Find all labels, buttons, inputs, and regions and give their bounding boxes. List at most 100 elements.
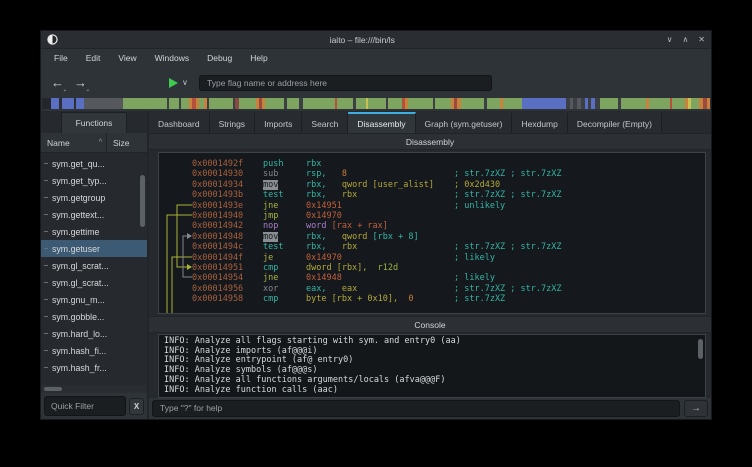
main-area: DashboardStringsImportsSearchDisassembly… (149, 111, 711, 419)
memory-map-segment (522, 98, 566, 109)
disassembly-view[interactable]: 0x0001492fpushrbx0x00014930subrsp, 8; st… (158, 152, 706, 314)
memory-map-segment (503, 98, 522, 109)
function-list-item[interactable]: sym.hard_lo... (41, 325, 147, 342)
continue-play-button[interactable] (169, 78, 178, 88)
instruction-mnemonic: test (263, 242, 283, 252)
console-scrollbar[interactable] (698, 339, 703, 359)
functions-hscroll-thumb[interactable] (44, 387, 62, 391)
disassembly-row[interactable]: 0x00014948movrbx, qword [rbx + 8] (192, 232, 705, 242)
disassembly-row[interactable]: 0x00014951cmpdword [rbx], r12d (192, 263, 705, 273)
disassembly-row[interactable]: 0x0001494fje0x14970; likely (192, 253, 705, 263)
function-name: sym.getgroup (52, 193, 105, 203)
disassembly-row[interactable]: 0x0001494ctestrbx, rbx; str.7zXZ ; str.7… (192, 242, 705, 252)
tab-imports[interactable]: Imports (255, 112, 302, 133)
function-list-item[interactable]: sym.gl_scrat... (41, 274, 147, 291)
console-output[interactable]: INFO: Analyze all flags starting with sy… (158, 334, 706, 398)
disassembly-row[interactable]: 0x0001493btestrbx, rbx; str.7zXZ ; str.7… (192, 190, 705, 200)
instruction-comment: ; unlikely (454, 201, 505, 211)
memory-map-segment (356, 98, 365, 109)
tab-functions[interactable]: Functions (61, 112, 128, 133)
function-name: sym.getuser (52, 244, 100, 254)
function-list-item[interactable]: sym.gettime (41, 223, 147, 240)
console-command-input[interactable] (152, 400, 680, 417)
command-submit-button[interactable]: → (684, 400, 708, 417)
function-list-item[interactable]: sym.get_typ... (41, 172, 147, 189)
function-list-item[interactable]: sym.getuser (41, 240, 147, 257)
close-button[interactable]: ✕ (698, 35, 705, 44)
tab-disassembly[interactable]: Disassembly (348, 112, 415, 133)
memory-map-segment (51, 98, 59, 109)
memory-map-bar[interactable] (42, 98, 710, 109)
play-dropdown-icon[interactable]: ∨ (182, 78, 188, 87)
function-name: sym.gobble... (52, 312, 104, 322)
memory-map-segment (600, 98, 619, 109)
disassembly-row[interactable]: 0x0001492fpushrbx (192, 159, 705, 169)
column-header-size[interactable]: Size (107, 138, 130, 148)
tree-tick-icon (44, 299, 48, 300)
disassembly-row[interactable]: 0x00014930subrsp, 8; str.7zXZ ; str.7zXZ (192, 169, 705, 179)
maximize-button[interactable]: ∧ (682, 35, 688, 44)
disassembly-row[interactable]: 0x00014954jne0x14948; likely (192, 273, 705, 283)
instruction-operand: qword [user_alist] (326, 180, 433, 190)
menu-file[interactable]: File (45, 49, 77, 68)
menu-windows[interactable]: Windows (146, 49, 198, 68)
tab-dashboard[interactable]: Dashboard (149, 112, 210, 133)
tree-tick-icon (44, 197, 48, 198)
instruction-operand: rbx, (306, 180, 326, 190)
tree-tick-icon (44, 333, 48, 334)
functions-horizontal-scrollbar[interactable] (41, 385, 147, 393)
instruction-comment: ; str.7zXZ (454, 294, 505, 304)
disassembly-row[interactable]: 0x0001493ejne0x14951; unlikely (192, 201, 705, 211)
menu-help[interactable]: Help (241, 49, 276, 68)
menu-debug[interactable]: Debug (198, 49, 241, 68)
function-list-item[interactable]: sym.get_qu... (41, 155, 147, 172)
instruction-operand: rbx, (306, 190, 326, 200)
disassembly-panel-title[interactable]: Disassembly (149, 133, 711, 150)
back-button[interactable]: ←⌄ (51, 75, 64, 90)
memory-map-segment (408, 98, 433, 109)
memory-map-segment (123, 98, 166, 109)
instruction-operand: 0x14970 (306, 211, 342, 221)
console-panel-title[interactable]: Console (149, 316, 711, 333)
functions-vertical-scrollbar[interactable] (140, 175, 145, 227)
function-name: sym.get_qu... (52, 159, 105, 169)
tab-graph-sym-getuser[interactable]: Graph (sym.getuser) (416, 112, 513, 133)
column-header-name[interactable]: Name ^ (41, 133, 107, 152)
instruction-comment: ; str.7zXZ ; str.7zXZ (454, 242, 561, 252)
instruction-operand: rbx (306, 159, 321, 169)
function-list-item[interactable]: sym.gnu_m... (41, 291, 147, 308)
instruction-address: 0x0001493e (192, 201, 263, 211)
disassembly-row[interactable]: 0x00014942nopword [rax + rax] (192, 221, 705, 231)
function-list-item[interactable]: sym.getgroup (41, 189, 147, 206)
memory-map-segment (84, 98, 123, 109)
tab-decompiler-empty[interactable]: Decompiler (Empty) (568, 112, 662, 133)
tab-search[interactable]: Search (302, 112, 348, 133)
forward-button[interactable]: →⌄ (74, 75, 87, 90)
function-list-item[interactable]: sym.gettext... (41, 206, 147, 223)
memory-map-segment (487, 98, 500, 109)
minimize-button[interactable]: ∨ (667, 35, 673, 44)
back-dropdown-icon[interactable]: ⌄ (63, 87, 67, 93)
clear-filter-button[interactable]: X (129, 398, 144, 415)
menu-view[interactable]: View (109, 49, 145, 68)
disassembly-row[interactable]: 0x00014956xoreax, eax; str.7zXZ ; str.7z… (192, 284, 705, 294)
memory-map-segment (337, 98, 353, 109)
instruction-mnemonic: sub (263, 169, 278, 179)
forward-dropdown-icon[interactable]: ⌄ (86, 87, 90, 93)
tab-hexdump[interactable]: Hexdump (512, 112, 567, 133)
tab-strings[interactable]: Strings (210, 112, 255, 133)
function-list-item[interactable]: sym.gl_scrat... (41, 257, 147, 274)
instruction-address: 0x00014951 (192, 263, 263, 273)
function-list-item[interactable]: sym.gobble... (41, 308, 147, 325)
menu-edit[interactable]: Edit (77, 49, 110, 68)
quick-filter-input[interactable] (44, 396, 126, 416)
flag-search-input[interactable] (199, 75, 492, 91)
instruction-mnemonic: push (263, 159, 283, 169)
disassembly-row[interactable]: 0x00014958cmpbyte [rbx + 0x10], 0; str.7… (192, 294, 705, 304)
function-list-item[interactable]: sym.hash_fi... (41, 342, 147, 359)
function-list-item[interactable]: sym.hash_fr... (41, 359, 147, 376)
disassembly-row[interactable]: 0x00014940jmp0x14970 (192, 211, 705, 221)
tree-tick-icon (44, 163, 48, 164)
title-bar[interactable]: iaito – file:///bin/ls ∨ ∧ ✕ (41, 31, 711, 49)
disassembly-row[interactable]: 0x00014934movrbx, qword [user_alist]; 0x… (192, 180, 705, 190)
